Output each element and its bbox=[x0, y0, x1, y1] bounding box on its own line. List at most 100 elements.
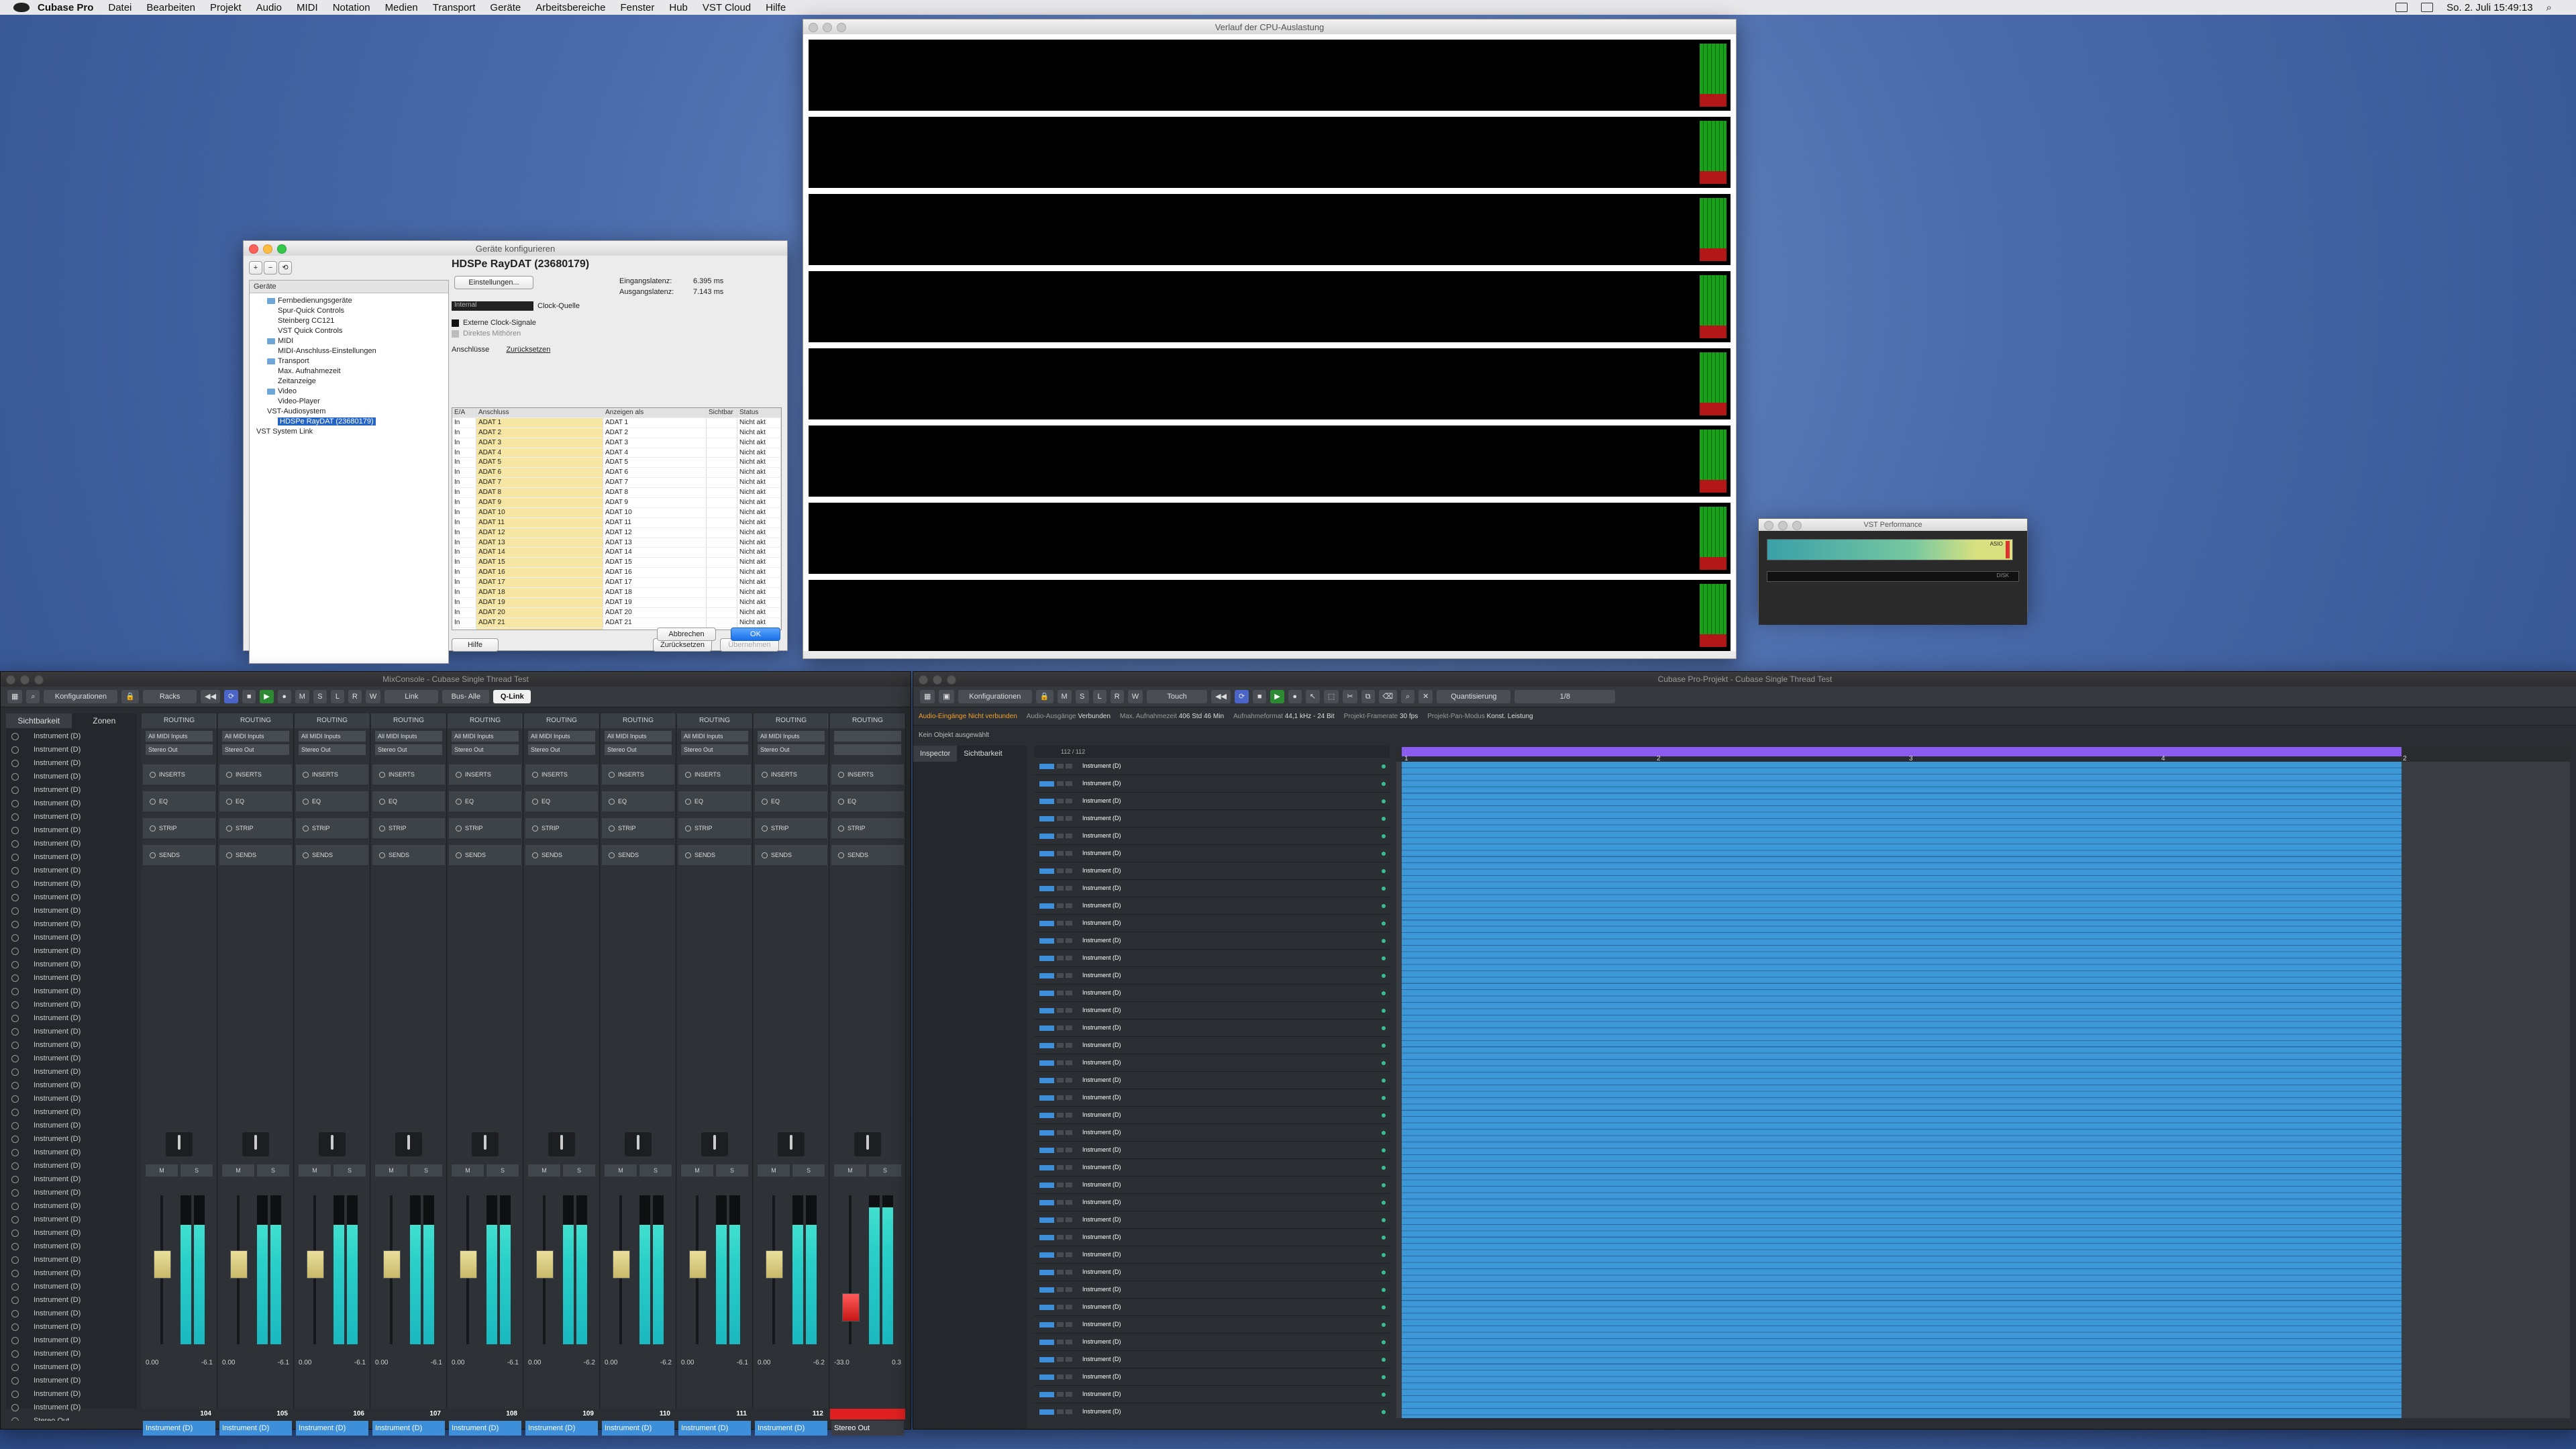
stop-icon[interactable]: ■ bbox=[1253, 690, 1267, 703]
port-row[interactable]: In ADAT 21 ADAT 21 Nicht akt bbox=[452, 617, 781, 628]
track-solo-button[interactable] bbox=[1066, 1392, 1072, 1397]
volume-fader[interactable] bbox=[842, 1293, 860, 1321]
menu-app[interactable]: Cubase Pro bbox=[38, 2, 93, 13]
event-lanes[interactable] bbox=[1402, 762, 2402, 1418]
record-icon[interactable]: ● bbox=[1288, 690, 1302, 703]
track-solo-button[interactable] bbox=[1066, 1322, 1072, 1327]
track-name[interactable]: Instrument (D) bbox=[1082, 972, 1382, 979]
port-visible-checkbox[interactable] bbox=[707, 588, 737, 597]
channel-name[interactable]: Instrument (D) bbox=[525, 1421, 598, 1436]
visibility-toggle[interactable] bbox=[11, 1309, 19, 1317]
device-tree-item[interactable]: Zeitanzeige bbox=[250, 377, 448, 387]
mute-all-button[interactable]: M bbox=[295, 690, 309, 703]
peak-value[interactable]: -6.2 bbox=[584, 1359, 595, 1366]
rack-section[interactable]: EQ bbox=[449, 791, 521, 811]
visibility-toggle[interactable] bbox=[11, 1363, 19, 1371]
visibility-toggle[interactable] bbox=[11, 1041, 19, 1049]
minimize-icon[interactable] bbox=[933, 675, 942, 685]
reset-icon[interactable]: ⟲ bbox=[278, 261, 292, 274]
visibility-toggle[interactable] bbox=[11, 853, 19, 861]
solo-button[interactable]: S bbox=[410, 1164, 442, 1177]
volume-fader[interactable] bbox=[613, 1250, 630, 1279]
visibility-item[interactable]: Instrument (D) bbox=[6, 730, 137, 743]
pan-knob[interactable] bbox=[625, 1132, 652, 1156]
port-row[interactable]: In ADAT 16 ADAT 16 Nicht akt bbox=[452, 568, 781, 579]
visibility-item[interactable]: Instrument (D) bbox=[6, 958, 137, 971]
rack-section[interactable]: SENDS bbox=[831, 845, 904, 865]
visibility-toggle[interactable] bbox=[11, 826, 19, 834]
visibility-item[interactable]: Instrument (D) bbox=[6, 810, 137, 823]
peak-value[interactable]: -6.1 bbox=[201, 1359, 213, 1366]
rack-section[interactable]: EQ bbox=[678, 791, 751, 811]
input-routing[interactable]: All MIDI Inputs bbox=[681, 731, 748, 742]
pan-knob[interactable] bbox=[548, 1132, 575, 1156]
visibility-toggle[interactable] bbox=[11, 1296, 19, 1304]
ruler[interactable]: 12342 bbox=[1396, 746, 2570, 762]
rack-section[interactable]: STRIP bbox=[219, 818, 292, 838]
track-row[interactable]: Instrument (D) bbox=[1034, 1386, 1390, 1403]
rack-section[interactable]: EQ bbox=[525, 791, 598, 811]
track-row[interactable]: Instrument (D) bbox=[1034, 1177, 1390, 1194]
visibility-item[interactable]: Instrument (D) bbox=[6, 917, 137, 931]
port-visible-checkbox[interactable] bbox=[707, 597, 737, 607]
track-mute-button[interactable] bbox=[1057, 938, 1064, 943]
track-solo-button[interactable] bbox=[1066, 1148, 1072, 1152]
rack-section[interactable]: INSERTS bbox=[372, 764, 445, 785]
visibility-toggle[interactable] bbox=[11, 1377, 19, 1385]
listen-button[interactable]: L bbox=[1092, 690, 1106, 703]
track-name[interactable]: Instrument (D) bbox=[1082, 1164, 1382, 1170]
mute-tool-icon[interactable]: ✕ bbox=[1419, 690, 1433, 703]
track-name[interactable]: Instrument (D) bbox=[1082, 1182, 1382, 1188]
volume-fader[interactable] bbox=[307, 1250, 324, 1279]
track-mute-button[interactable] bbox=[1057, 799, 1064, 803]
track-mute-button[interactable] bbox=[1057, 921, 1064, 926]
visibility-toggle[interactable] bbox=[11, 947, 19, 955]
device-tree-item[interactable]: VST System Link bbox=[250, 427, 448, 437]
channel-name[interactable]: Instrument (D) bbox=[602, 1421, 674, 1436]
output-routing[interactable]: Stereo Out bbox=[299, 744, 366, 755]
close-icon[interactable] bbox=[919, 675, 928, 685]
track-name[interactable]: Instrument (D) bbox=[1082, 833, 1382, 839]
track-row[interactable]: Instrument (D) bbox=[1034, 915, 1390, 932]
settings-button[interactable]: Einstellungen... bbox=[454, 276, 533, 289]
visibility-toggle[interactable] bbox=[11, 746, 19, 754]
track-mute-button[interactable] bbox=[1057, 1095, 1064, 1100]
visibility-item[interactable]: Instrument (D) bbox=[6, 1146, 137, 1159]
info-item[interactable]: Audio-Ausgänge Verbunden bbox=[1027, 713, 1111, 720]
volume-fader[interactable] bbox=[230, 1250, 248, 1279]
rack-section[interactable]: STRIP bbox=[449, 818, 521, 838]
track-mute-button[interactable] bbox=[1057, 1043, 1064, 1048]
mute-button[interactable]: M bbox=[758, 1164, 790, 1177]
listen-button[interactable]: L bbox=[330, 690, 344, 703]
track-name[interactable]: Instrument (D) bbox=[1082, 1042, 1382, 1048]
track-row[interactable]: Instrument (D) bbox=[1034, 1264, 1390, 1281]
fader-value[interactable]: 0.00 bbox=[452, 1359, 464, 1366]
rack-section[interactable]: INSERTS bbox=[602, 764, 674, 785]
visibility-toggle[interactable] bbox=[11, 786, 19, 794]
visibility-toggle[interactable] bbox=[11, 840, 19, 848]
track-mute-button[interactable] bbox=[1057, 764, 1064, 768]
output-routing[interactable]: Stereo Out bbox=[375, 744, 442, 755]
track-row[interactable]: Instrument (D) bbox=[1034, 828, 1390, 845]
port-row[interactable]: In ADAT 20 ADAT 20 Nicht akt bbox=[452, 607, 781, 618]
visibility-toggle[interactable] bbox=[11, 866, 19, 875]
rack-section[interactable]: EQ bbox=[143, 791, 215, 811]
clock-source-select[interactable]: Internal bbox=[452, 301, 533, 311]
visibility-toggle[interactable] bbox=[11, 772, 19, 781]
input-routing[interactable]: All MIDI Inputs bbox=[758, 731, 825, 742]
peak-value[interactable]: -6.2 bbox=[660, 1359, 672, 1366]
menu-item[interactable]: Medien bbox=[385, 2, 418, 13]
close-icon[interactable] bbox=[6, 675, 15, 685]
add-icon[interactable]: + bbox=[249, 261, 262, 274]
track-name[interactable]: Instrument (D) bbox=[1082, 1287, 1382, 1293]
visibility-item[interactable]: Instrument (D) bbox=[6, 1172, 137, 1186]
visibility-item[interactable]: Instrument (D) bbox=[6, 1132, 137, 1146]
visibility-item[interactable]: Instrument (D) bbox=[6, 1401, 137, 1414]
track-name[interactable]: Instrument (D) bbox=[1082, 1252, 1382, 1258]
track-name[interactable]: Instrument (D) bbox=[1082, 885, 1382, 891]
track-row[interactable]: Instrument (D) bbox=[1034, 1159, 1390, 1177]
zoom-icon[interactable] bbox=[837, 23, 846, 32]
visibility-item[interactable]: Instrument (D) bbox=[6, 1266, 137, 1280]
direct-monitor-checkbox[interactable] bbox=[452, 330, 459, 338]
visibility-toggle[interactable] bbox=[11, 1095, 19, 1103]
